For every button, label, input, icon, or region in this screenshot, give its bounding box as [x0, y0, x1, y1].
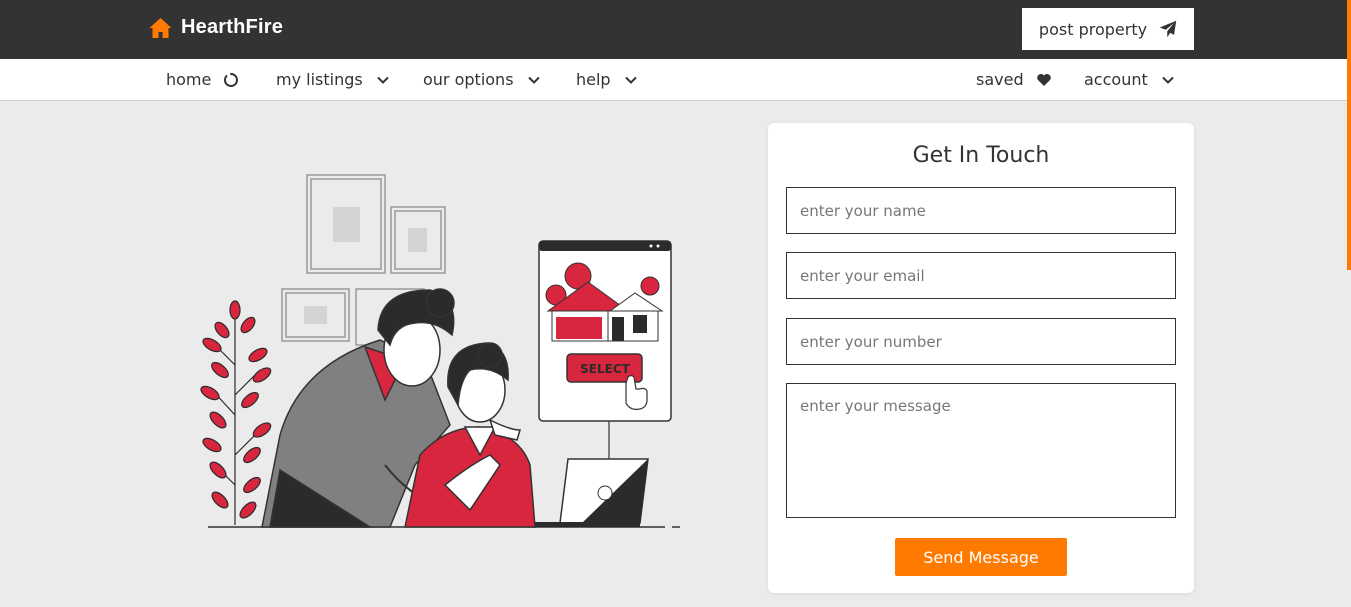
illustration-select-text: SELECT: [580, 362, 630, 376]
nav-our-options[interactable]: our options: [423, 59, 542, 100]
plant: [200, 300, 272, 525]
chevron-down-icon: [527, 76, 540, 84]
brand-name: HearthFire: [181, 16, 284, 38]
house-shopping-illustration: SELECT: [200, 174, 680, 528]
post-property-label: post property: [1038, 19, 1148, 39]
message-field[interactable]: [786, 383, 1176, 518]
nav-account-label: account: [1084, 70, 1148, 89]
nav-help-label: help: [576, 70, 611, 89]
nav-home[interactable]: home: [166, 59, 239, 100]
house-icon: [149, 17, 172, 38]
main-nav: home my listings our options help saved …: [0, 59, 1351, 101]
nav-saved-label: saved: [976, 70, 1024, 89]
scrollbar[interactable]: [1347, 0, 1351, 270]
nav-home-label: home: [166, 70, 212, 89]
nav-our-options-label: our options: [423, 70, 514, 89]
contact-form-card: Get In Touch Send Message: [768, 123, 1194, 593]
house-screen: SELECT: [538, 240, 672, 460]
nav-my-listings-label: my listings: [276, 70, 363, 89]
nav-help[interactable]: help: [576, 59, 639, 100]
brand[interactable]: HearthFire: [148, 16, 283, 39]
nav-account[interactable]: account: [1084, 59, 1176, 100]
nav-saved[interactable]: saved: [976, 59, 1052, 100]
post-property-button[interactable]: post property: [1022, 8, 1194, 50]
paper-plane-icon: [1159, 20, 1177, 38]
send-message-button[interactable]: Send Message: [895, 538, 1067, 576]
contact-form-title: Get In Touch: [912, 143, 1050, 168]
name-field[interactable]: [786, 187, 1176, 234]
chevron-down-icon: [377, 76, 389, 84]
top-bar: HearthFire post property: [0, 0, 1351, 59]
heart-icon: [1036, 73, 1051, 86]
chevron-down-icon: [1162, 76, 1174, 84]
nav-my-listings[interactable]: my listings: [276, 59, 391, 100]
number-field[interactable]: [786, 318, 1176, 365]
email-field[interactable]: [786, 252, 1176, 299]
spinner-icon: [224, 72, 239, 87]
chevron-down-icon: [624, 76, 637, 84]
